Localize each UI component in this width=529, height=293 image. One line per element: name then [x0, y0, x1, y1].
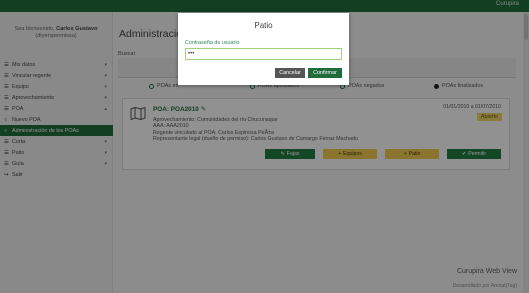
dialog-buttons: Cancelar Confirmar: [275, 68, 342, 78]
password-field[interactable]: •••: [185, 48, 342, 60]
cancel-button[interactable]: Cancelar: [275, 68, 305, 78]
dialog-title: Patio: [254, 21, 273, 30]
confirm-button[interactable]: Confirmar: [308, 68, 342, 78]
password-label: Contraseña de usuario: [185, 40, 240, 46]
patio-password-dialog: Patio Contraseña de usuario ••• Cancelar…: [178, 13, 349, 85]
